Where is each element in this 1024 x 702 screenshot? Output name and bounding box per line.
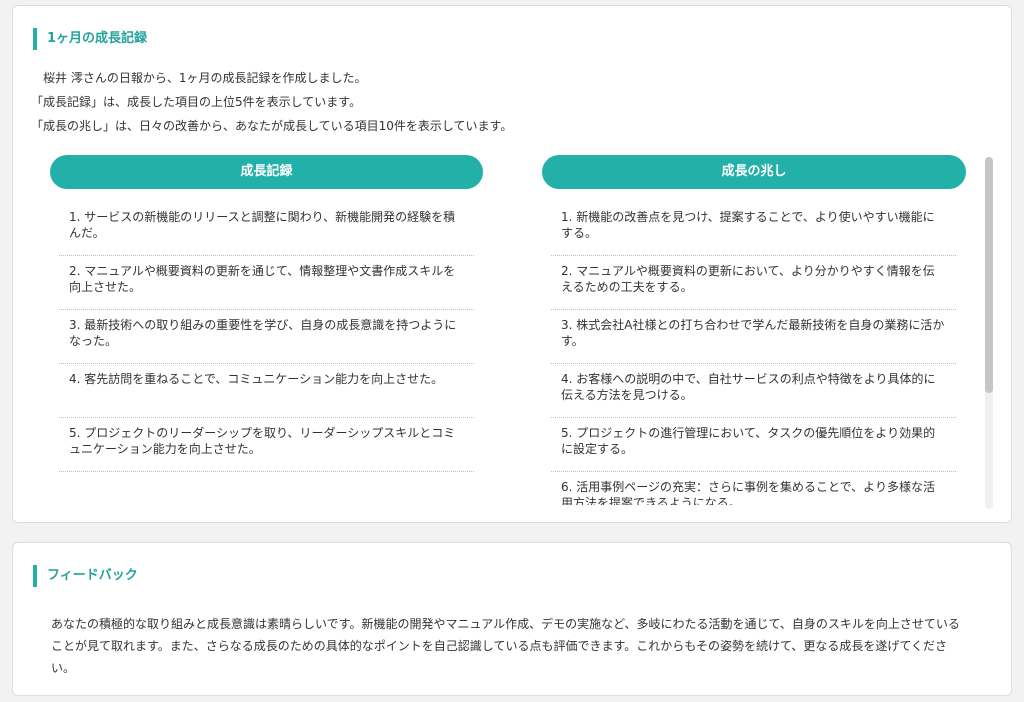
signs-scrollbar-thumb[interactable] <box>985 157 993 393</box>
list-item: 5. プロジェクトの進行管理において、タスクの優先順位をより効果的に設定する。 <box>551 418 956 472</box>
growth-records-list: 1. サービスの新機能のリリースと調整に関わり、新機能開発の経験を積んだ。 2.… <box>59 202 474 472</box>
list-item: 2. マニュアルや概要資料の更新において、より分かりやすく情報を伝えるための工夫… <box>551 256 956 310</box>
list-item: 6. 活用事例ページの充実：さらに事例を集めることで、より多様な活用方法を提案で… <box>551 472 956 505</box>
growth-intro: 桜井 澪さんの日報から、1ヶ月の成長記録を作成しました。 「成長記録」は、成長し… <box>31 66 512 138</box>
feedback-section-title: フィードバック <box>33 565 138 587</box>
growth-signs-list: 1. 新機能の改善点を見つけ、提案することで、より使いやすい機能にする。 2. … <box>551 202 956 505</box>
list-item: 4. 客先訪問を重ねることで、コミュニケーション能力を向上させた。 <box>59 364 474 418</box>
intro-line: 「成長の兆し」は、日々の改善から、あなたが成長している項目10件を表示しています… <box>31 119 513 133</box>
growth-signs-header: 成長の兆し <box>542 155 966 189</box>
list-item: 3. 株式会社A社様との打ち合わせで学んだ最新技術を自身の業務に活かす。 <box>551 310 956 364</box>
feedback-text: あなたの積極的な取り組みと成長意識は素晴らしいです。新機能の開発やマニュアル作成… <box>51 617 960 675</box>
growth-signs-scroll-area[interactable]: 1. 新機能の改善点を見つけ、提案することで、より使いやすい機能にする。 2. … <box>551 202 956 505</box>
list-item: 3. 最新技術への取り組みの重要性を学び、自身の成長意識を持つようになった。 <box>59 310 474 364</box>
list-item: 4. お客様への説明の中で、自社サービスの利点や特徴をより具体的に伝える方法を見… <box>551 364 956 418</box>
growth-section-title: 1ヶ月の成長記録 <box>33 28 147 50</box>
signs-scrollbar[interactable] <box>985 157 993 509</box>
feedback-card: フィードバック あなたの積極的な取り組みと成長意識は素晴らしいです。新機能の開発… <box>12 542 1012 696</box>
list-item: 1. サービスの新機能のリリースと調整に関わり、新機能開発の経験を積んだ。 <box>59 202 474 256</box>
growth-records-header: 成長記録 <box>50 155 483 189</box>
list-item: 5. プロジェクトのリーダーシップを取り、リーダーシップスキルとコミュニケーショ… <box>59 418 474 472</box>
list-item: 1. 新機能の改善点を見つけ、提案することで、より使いやすい機能にする。 <box>551 202 956 256</box>
growth-record-card: 1ヶ月の成長記録 桜井 澪さんの日報から、1ヶ月の成長記録を作成しました。 「成… <box>12 5 1012 523</box>
list-item: 2. マニュアルや概要資料の更新を通じて、情報整理や文書作成スキルを向上させた。 <box>59 256 474 310</box>
intro-line: 「成長記録」は、成長した項目の上位5件を表示しています。 <box>31 95 362 109</box>
intro-line: 桜井 澪さんの日報から、1ヶ月の成長記録を作成しました。 <box>31 71 367 85</box>
